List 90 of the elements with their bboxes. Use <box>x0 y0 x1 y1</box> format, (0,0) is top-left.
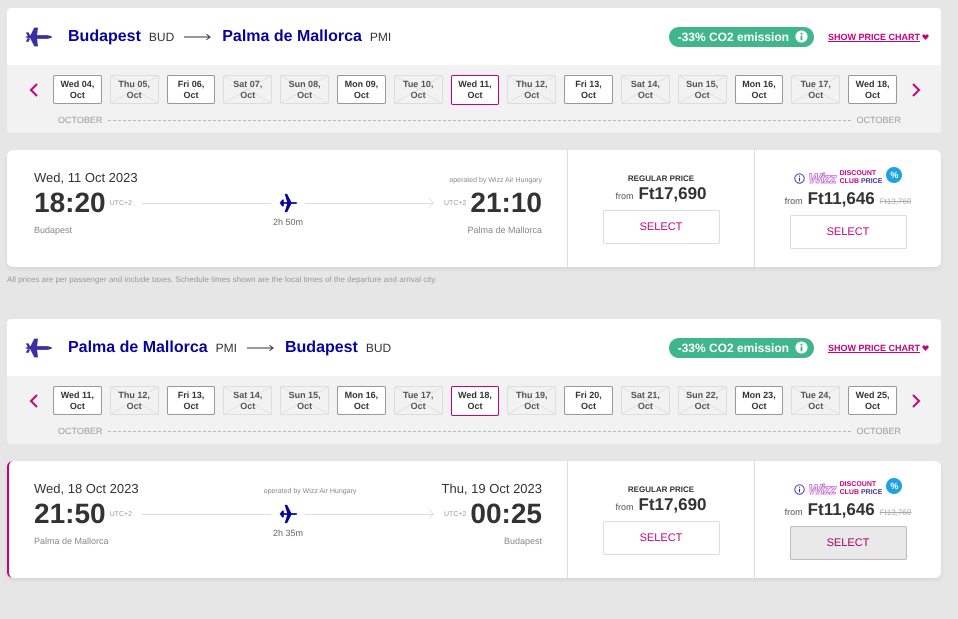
from-label: from <box>784 507 803 517</box>
origin-code: PMI <box>216 340 237 354</box>
date-chip[interactable]: Mon 16, Oct <box>336 386 386 415</box>
date-chip[interactable]: Tue 17, Oct <box>791 75 840 104</box>
date-chip[interactable]: Thu 12, Oct <box>110 386 159 415</box>
select-button[interactable]: SELECT <box>602 210 720 244</box>
date-chip[interactable]: Sat 14, Oct <box>620 75 670 104</box>
info-icon[interactable] <box>794 484 805 494</box>
date-chip[interactable]: Sat 21, Oct <box>620 386 670 415</box>
from-label: from <box>615 502 634 512</box>
origin-code: BUD <box>148 30 174 44</box>
airplane-icon <box>23 336 53 360</box>
airplane-icon <box>278 504 298 524</box>
date-chip[interactable]: Sat 14, Oct <box>223 386 272 415</box>
departure-time: 21:50 <box>34 498 106 530</box>
date-chip[interactable]: Wed 25, Oct <box>848 386 897 415</box>
regular-price-label: REGULAR PRICE <box>628 485 694 494</box>
departure-date: Wed, 11 Oct 2023 <box>34 170 138 185</box>
month-label: OCTOBER <box>58 115 102 125</box>
destination-code: PMI <box>370 30 392 44</box>
departure-date: Wed, 18 Oct 2023 <box>34 481 139 496</box>
arrival-date: Thu, 19 Oct 2023 <box>442 481 542 496</box>
date-chip[interactable]: Sun 15, Oct <box>678 75 727 104</box>
price: Ft17,690 <box>638 495 707 515</box>
price: Ft11,646 <box>808 189 875 209</box>
departure-time: 18:20 <box>34 187 106 219</box>
arrow-icon <box>184 32 212 40</box>
date-chip[interactable]: Sun 08, Oct <box>280 75 329 104</box>
date-chip[interactable]: Fri 06, Oct <box>166 75 216 104</box>
date-chip[interactable]: Fri 13, Oct <box>564 75 613 104</box>
destination-city: Budapest <box>284 338 358 356</box>
departure-city: Palma de Mallorca <box>34 536 109 546</box>
date-chip[interactable]: Mon 09, Oct <box>336 75 386 104</box>
date-chip[interactable]: Wed 04, Oct <box>53 75 102 104</box>
price-note: All prices are per passenger and include taxes. Schedule times shown are the local times of the departure and arrival city. <box>7 275 438 284</box>
date-chip[interactable]: Sat 07, Oct <box>223 75 272 104</box>
old-price: Ft13,760 <box>880 197 912 206</box>
heart-icon <box>922 344 929 350</box>
flight-duration: 2h 50m <box>272 217 304 227</box>
from-label: from <box>615 191 634 201</box>
date-chip[interactable]: Thu 12, Oct <box>507 75 556 104</box>
date-chip[interactable]: Wed 18, Oct <box>450 386 500 416</box>
select-button[interactable]: SELECT <box>790 215 906 249</box>
date-chip[interactable]: Mon 23, Oct <box>734 386 784 415</box>
discount-badge: % <box>886 478 902 494</box>
date-chip[interactable]: Wed 11, Oct <box>450 75 500 105</box>
select-button[interactable]: SELECT <box>790 526 906 560</box>
price: Ft17,690 <box>638 184 707 204</box>
old-price: Ft13,760 <box>880 508 912 517</box>
departure-city: Budapest <box>34 225 72 235</box>
arrival-city: Budapest <box>504 536 542 546</box>
date-chip[interactable]: Tue 24, Oct <box>791 386 840 415</box>
select-button[interactable]: SELECT <box>602 521 720 555</box>
date-chip[interactable]: Wed 18, Oct <box>848 75 897 104</box>
airplane-icon <box>23 24 53 48</box>
date-chip[interactable]: Fri 13, Oct <box>166 386 216 415</box>
arrival-city: Palma de Mallorca <box>467 225 542 235</box>
month-label: OCTOBER <box>856 426 901 436</box>
origin-city: Palma de Mallorca <box>68 338 208 356</box>
date-chip[interactable]: Sun 22, Oct <box>678 386 727 415</box>
show-price-chart-link[interactable]: SHOW PRICE CHART <box>828 32 920 42</box>
flight-duration: 2h 35m <box>272 528 304 538</box>
heart-icon <box>922 34 929 40</box>
date-chip[interactable]: Mon 16, Oct <box>734 75 784 104</box>
month-label: OCTOBER <box>856 115 901 125</box>
co2-text: -33% CO2 emission <box>678 30 789 44</box>
date-chip[interactable]: Wed 11, Oct <box>53 386 102 415</box>
price: Ft11,646 <box>808 500 875 520</box>
destination-code: BUD <box>366 340 392 354</box>
origin-city: Budapest <box>68 28 141 46</box>
arrow-icon <box>246 344 275 352</box>
date-chip[interactable]: Thu 05, Oct <box>110 75 159 104</box>
from-label: from <box>784 196 803 206</box>
club-logo: Wizz <box>808 170 836 186</box>
regular-price-label: REGULAR PRICE <box>628 174 694 183</box>
discount-badge: % <box>886 167 902 183</box>
destination-city: Palma de Mallorca <box>222 28 362 46</box>
club-logo: Wizz <box>808 481 836 497</box>
airplane-icon <box>278 193 298 213</box>
date-chip[interactable]: Tue 17, Oct <box>394 386 443 415</box>
date-chip[interactable]: Tue 10, Oct <box>394 75 443 104</box>
date-chip[interactable]: Thu 19, Oct <box>507 386 556 415</box>
arrival-time: 21:10 <box>470 187 542 219</box>
month-label: OCTOBER <box>58 426 102 436</box>
arrival-time: 00:25 <box>470 498 542 530</box>
show-price-chart-link[interactable]: SHOW PRICE CHART <box>828 342 920 352</box>
date-chip[interactable]: Sun 15, Oct <box>280 386 329 415</box>
co2-text: -33% CO2 emission <box>678 340 789 354</box>
info-icon[interactable] <box>794 172 805 184</box>
date-chip[interactable]: Fri 20, Oct <box>564 386 613 415</box>
